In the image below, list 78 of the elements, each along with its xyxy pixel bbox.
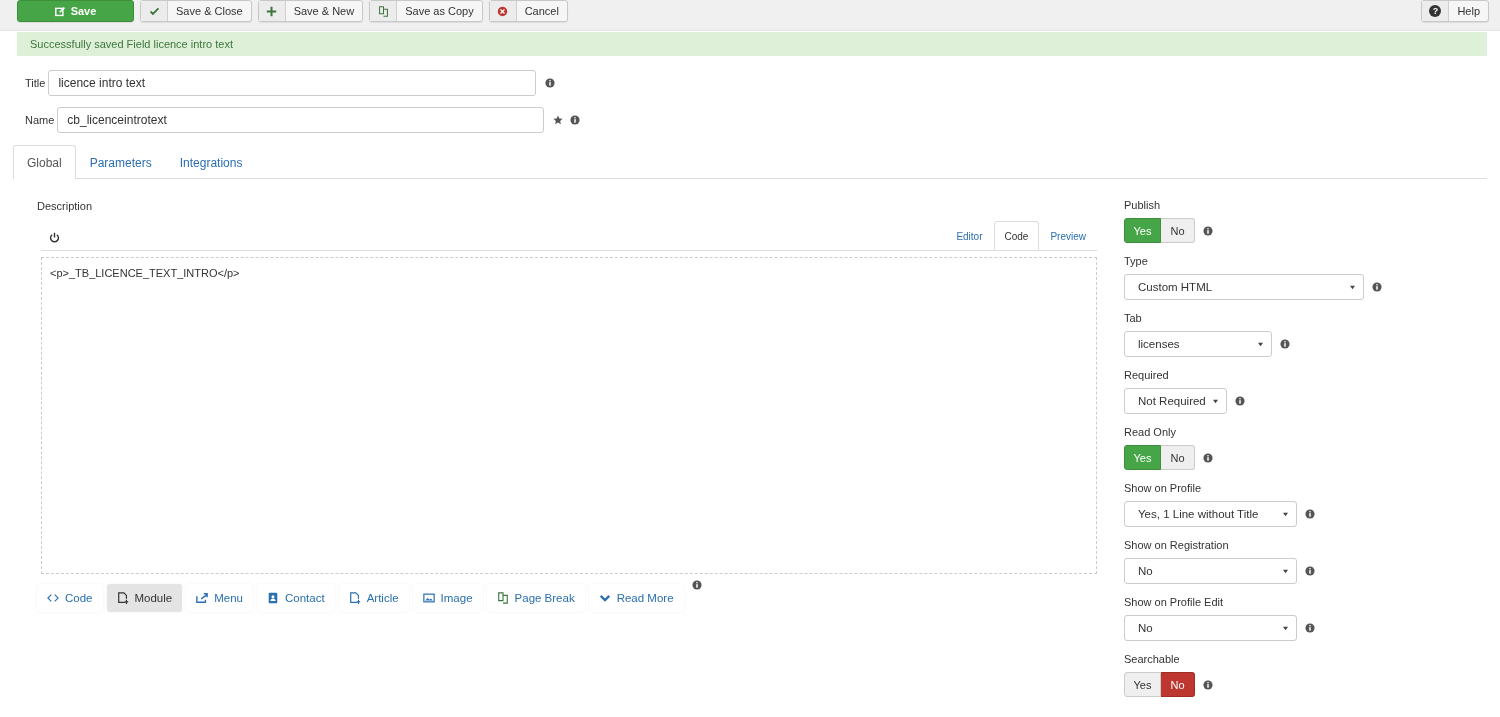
field-label: Name	[25, 114, 55, 126]
info-icon	[1372, 282, 1382, 292]
setting-label: Read Only	[1124, 426, 1177, 438]
info-icon	[1305, 566, 1315, 576]
caret-icon	[1257, 341, 1264, 347]
toolbar-button[interactable]: Save as Copy	[369, 0, 483, 22]
editor-button[interactable]: Page Break	[486, 584, 585, 612]
editor-tab[interactable]: Code	[993, 221, 1040, 250]
help-button[interactable]: ? Help	[1421, 0, 1489, 22]
plus-icon	[266, 5, 278, 17]
caret-icon	[1349, 284, 1356, 290]
toggle-option[interactable]: No	[1161, 218, 1195, 243]
editor-button[interactable]: Image	[412, 584, 483, 612]
setting-label: Searchable	[1124, 653, 1181, 665]
caret-icon	[1282, 568, 1289, 574]
setting-label: Show on Registration	[1124, 539, 1230, 551]
editor-button[interactable]: Contact	[257, 584, 335, 612]
select-field[interactable]: Custom HTML	[1124, 274, 1364, 300]
code-icon	[47, 592, 59, 604]
editor-button[interactable]: Article	[338, 584, 409, 612]
toggle-option[interactable]: No	[1161, 672, 1195, 697]
help-icon: ?	[1429, 5, 1442, 17]
info-icon	[545, 78, 556, 88]
editor-button[interactable]: Read More	[588, 584, 684, 612]
select-field[interactable]: No	[1124, 558, 1297, 584]
toolbar-button[interactable]: Save & Close	[140, 0, 252, 22]
toggle-option[interactable]: Yes	[1124, 672, 1161, 697]
name-input[interactable]: cb_licenceintrotext	[57, 107, 545, 133]
editor-tab[interactable]: Preview	[1039, 221, 1097, 250]
select-field[interactable]: Not Required	[1124, 388, 1227, 414]
setting-label: Required	[1124, 369, 1170, 381]
info-icon	[1203, 452, 1213, 463]
editor-button[interactable]: Code	[37, 584, 103, 612]
info-icon	[1305, 623, 1315, 633]
info-icon	[570, 115, 581, 125]
info-icon	[1203, 679, 1213, 690]
editor-button[interactable]: Menu	[186, 584, 253, 612]
share-icon	[196, 592, 209, 604]
info-icon	[1305, 509, 1315, 519]
info-icon	[691, 580, 702, 590]
setting-label: Publish	[1124, 199, 1162, 211]
caret-icon	[1282, 511, 1289, 517]
power-icon[interactable]	[49, 232, 60, 243]
editor-button[interactable]: Module	[106, 584, 183, 612]
setting-label: Show on Profile Edit	[1124, 596, 1225, 608]
edit-icon	[54, 5, 66, 17]
field-label: Title	[25, 77, 46, 89]
tab[interactable]: Global	[13, 145, 76, 179]
image-icon	[422, 592, 435, 604]
caret-icon	[1212, 398, 1219, 404]
tab[interactable]: Integrations	[165, 145, 257, 179]
toolbar-button[interactable]: Cancel	[488, 0, 568, 22]
copy-icon	[377, 5, 389, 17]
select-field[interactable]: No	[1124, 615, 1297, 641]
info-icon	[1203, 225, 1213, 236]
info-icon	[1280, 339, 1290, 349]
chevron-down-icon	[598, 592, 611, 604]
close-icon	[497, 5, 509, 17]
title-input[interactable]: licence intro text	[48, 70, 537, 96]
success-message: Successfully saved Field licence intro text	[17, 32, 1487, 56]
description-label: Description	[37, 200, 94, 212]
select-field[interactable]: licenses	[1124, 331, 1272, 357]
copy-icon	[496, 592, 509, 604]
caret-icon	[1282, 625, 1289, 631]
setting-label: Type	[1124, 255, 1149, 267]
setting-label: Show on Profile	[1124, 482, 1203, 494]
toggle-option[interactable]: No	[1161, 445, 1195, 470]
check-icon	[148, 5, 160, 17]
file-plus-icon	[348, 592, 361, 604]
toolbar-button[interactable]: Save & New	[257, 0, 364, 22]
info-icon	[1235, 396, 1245, 406]
select-field[interactable]: Yes, 1 Line without Title	[1124, 501, 1297, 527]
file-plus-icon	[116, 592, 129, 604]
contact-card-icon	[267, 592, 279, 604]
code-editor[interactable]: <p>_TB_LICENCE_TEXT_INTRO</p>	[41, 257, 1097, 574]
setting-label: Tab	[1124, 312, 1143, 324]
tab[interactable]: Parameters	[75, 145, 166, 179]
editor-tab[interactable]: Editor	[945, 221, 994, 250]
